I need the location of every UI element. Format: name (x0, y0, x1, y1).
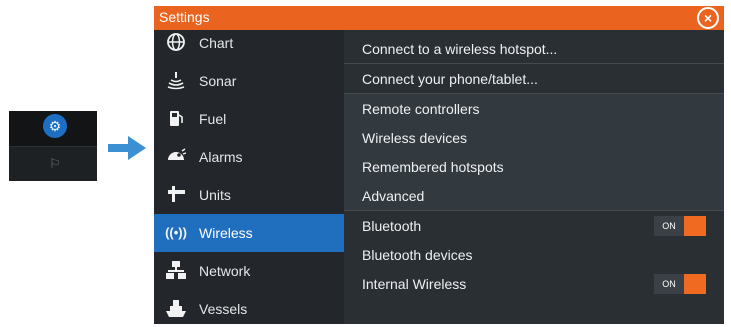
toggle-state: ON (654, 274, 684, 294)
sonar-icon (164, 68, 188, 92)
list-item-bluetooth[interactable]: Bluetooth ON (344, 211, 724, 240)
internal-wireless-toggle[interactable]: ON (654, 274, 706, 294)
list-item-label: Connect to a wireless hotspot... (362, 41, 558, 57)
bluetooth-toggle[interactable]: ON (654, 216, 706, 236)
settings-dialog: Settings × Chart Sonar Fuel Alarms Units… (154, 6, 724, 324)
waypoint-flag-icon: ⚐ (49, 156, 61, 171)
sidebar-item-label: Sonar (199, 73, 237, 89)
list-item-internal-wireless[interactable]: Internal Wireless ON (344, 269, 724, 298)
wireless-icon: ((•)) (165, 224, 187, 240)
network-icon (164, 258, 188, 282)
list-item-remote-controllers[interactable]: Remote controllers (344, 94, 724, 123)
sidebar-item-alarms[interactable]: Alarms (154, 138, 344, 176)
toggle-state: ON (654, 216, 684, 236)
sidebar-item-label: Alarms (199, 149, 243, 165)
sidebar-item-fuel[interactable]: Fuel (154, 100, 344, 138)
right-arrow-icon (108, 136, 146, 160)
list-item-label: Bluetooth devices (362, 247, 473, 263)
list-item-connect-hotspot[interactable]: Connect to a wireless hotspot... (344, 34, 724, 63)
list-item-label: Advanced (362, 188, 425, 204)
units-icon (164, 182, 188, 206)
sidebar-item-sonar[interactable]: Sonar (154, 62, 344, 100)
sidebar-item-label: Network (199, 263, 251, 279)
sidebar-item-label: Vessels (199, 301, 248, 317)
list-item-label: Remembered hotspots (362, 159, 504, 175)
toggle-knob (684, 274, 706, 294)
settings-sidebar: Chart Sonar Fuel Alarms Units ((•)) Wire… (154, 30, 352, 324)
sidebar-item-label: Chart (199, 35, 234, 51)
settings-gear-icon[interactable]: ⚙ (43, 114, 67, 138)
list-item-label: Remote controllers (362, 101, 480, 117)
globe-icon (164, 30, 188, 54)
sidebar-item-label: Units (199, 187, 231, 203)
list-item-wireless-devices[interactable]: Wireless devices (344, 123, 724, 152)
dialog-title: Settings (159, 9, 210, 25)
alarm-icon (164, 144, 188, 168)
sidebar-item-label: Wireless (199, 225, 253, 241)
fuel-pump-icon (164, 106, 188, 130)
list-item-connect-phone[interactable]: Connect your phone/tablet... (344, 64, 724, 93)
sidebar-item-chart[interactable]: Chart (154, 24, 344, 62)
list-item-label: Wireless devices (362, 130, 468, 146)
vessels-icon (164, 296, 188, 320)
wireless-settings-list: Connect to a wireless hotspot... Connect… (344, 30, 724, 324)
toggle-knob (684, 216, 706, 236)
home-screen-thumbnail: ⚙ ⚐ (9, 111, 97, 181)
list-item-advanced[interactable]: Advanced (344, 181, 724, 210)
sidebar-item-wireless[interactable]: ((•)) Wireless (154, 214, 352, 252)
list-item-label: Internal Wireless (362, 276, 467, 292)
list-item-label: Connect your phone/tablet... (362, 71, 538, 87)
list-item-remembered-hotspots[interactable]: Remembered hotspots (344, 152, 724, 181)
sidebar-item-vessels[interactable]: Vessels (154, 290, 344, 324)
sidebar-item-units[interactable]: Units (154, 176, 344, 214)
sidebar-item-label: Fuel (199, 111, 227, 127)
sidebar-item-network[interactable]: Network (154, 252, 344, 290)
list-item-label: Bluetooth (362, 218, 422, 234)
list-item-bluetooth-devices[interactable]: Bluetooth devices (344, 240, 724, 269)
close-icon[interactable]: × (697, 7, 719, 29)
